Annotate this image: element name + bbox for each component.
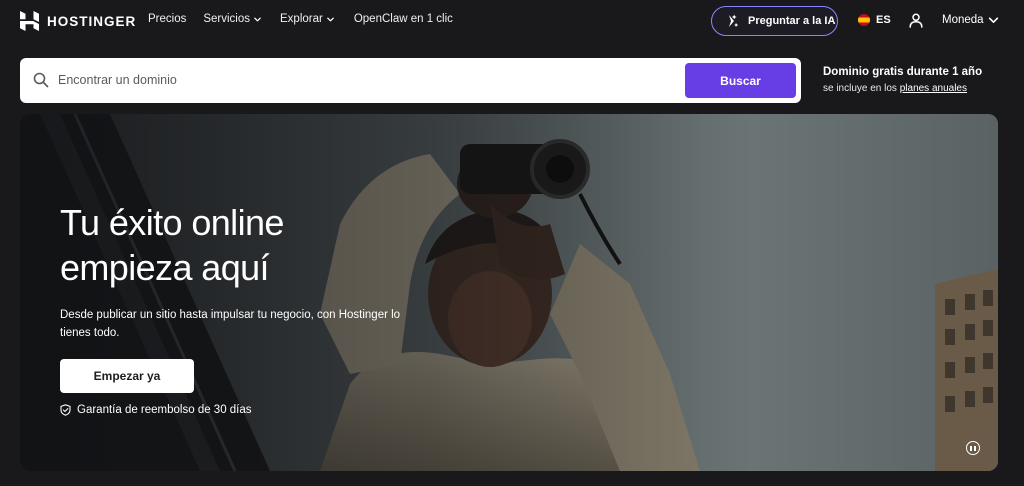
hero-banner: Tu éxito online empieza aquí Desde publi… — [20, 114, 998, 471]
nav-link-servicios[interactable]: Servicios — [203, 13, 262, 25]
search-icon — [33, 72, 49, 88]
nav-link-openclaw[interactable]: OpenClaw en 1 clic — [354, 13, 453, 25]
chevron-down-icon — [254, 17, 261, 21]
sparkle-arrow-icon — [729, 14, 739, 27]
chevron-down-icon — [988, 16, 998, 23]
hero-overlay — [20, 114, 998, 471]
currency-label: Moneda — [942, 14, 984, 26]
hostinger-logo[interactable]: HOSTINGER — [20, 11, 136, 31]
promo-subtitle: se incluye en los planes anuales — [823, 83, 982, 94]
user-icon[interactable] — [909, 13, 923, 28]
language-code: ES — [876, 14, 891, 26]
nav-link-label: Precios — [148, 13, 187, 25]
free-domain-promo: Dominio gratis durante 1 año se incluye … — [823, 66, 982, 94]
language-selector[interactable]: ES — [858, 14, 891, 26]
nav-link-label: Explorar — [280, 13, 323, 25]
pause-icon[interactable] — [966, 441, 980, 455]
promo-subtitle-text: se incluye en los — [823, 83, 900, 94]
main-menu: Precios Servicios Explorar OpenClaw en 1… — [148, 13, 453, 25]
search-button[interactable]: Buscar — [685, 63, 796, 98]
nav-link-explorar[interactable]: Explorar — [280, 13, 335, 25]
get-started-button[interactable]: Empezar ya — [60, 359, 194, 393]
nav-link-label: Servicios — [203, 13, 251, 25]
ask-ai-label: Preguntar a la IA — [748, 15, 836, 27]
shield-check-icon — [60, 404, 71, 416]
nav-link-label: OpenClaw en 1 clic — [353, 13, 453, 25]
domain-search-input[interactable] — [58, 69, 658, 91]
guarantee-text: Garantía de reembolso de 30 días — [77, 404, 252, 416]
money-back-guarantee: Garantía de reembolso de 30 días — [60, 404, 252, 416]
ask-ai-button[interactable]: Preguntar a la IA — [711, 6, 838, 36]
top-navigation: HOSTINGER Precios Servicios Explorar Ope… — [0, 0, 1024, 42]
hero-title: Tu éxito online empieza aquí — [60, 200, 420, 290]
promo-title: Dominio gratis durante 1 año — [823, 66, 983, 78]
hostinger-logo-icon — [20, 11, 39, 31]
hero-title-line-2: empieza aquí — [60, 247, 270, 288]
domain-search-bar: Buscar — [20, 58, 801, 103]
currency-selector[interactable]: Moneda — [942, 14, 999, 26]
hero-description: Desde publicar un sitio hasta impulsar t… — [60, 309, 401, 339]
nav-link-precios[interactable]: Precios — [148, 13, 186, 25]
hero-title-line-1: Tu éxito online — [60, 202, 284, 243]
brand-name: HOSTINGER — [47, 13, 137, 29]
chevron-down-icon — [327, 17, 334, 21]
annual-plans-link[interactable]: planes anuales — [900, 83, 967, 94]
spain-flag-icon — [858, 14, 870, 26]
